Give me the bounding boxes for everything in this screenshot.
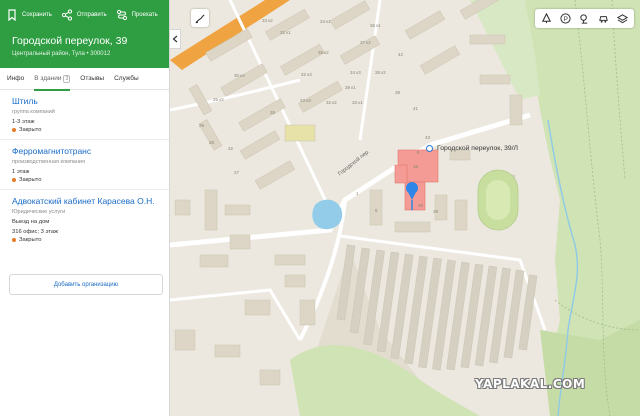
org-name[interactable]: Адвокатский кабинет Карасева О.Н. <box>12 196 162 206</box>
panorama-icon <box>580 14 588 24</box>
share-icon <box>61 9 72 21</box>
save-button[interactable]: Сохранить <box>6 9 52 21</box>
building-number-label: 32 <box>228 146 234 151</box>
status-dot <box>12 238 16 242</box>
panel-tabs: Инфо В здании 3 Отзывы Службы <box>0 68 169 91</box>
org-category: производственная компания <box>12 159 85 165</box>
building-number-label: 33 к2 <box>262 18 273 23</box>
building-number-label: 8 <box>417 150 420 155</box>
org-item[interactable]: Адвокатский кабинет Карасева О.Н. Юридич… <box>0 190 169 249</box>
building-number-label: 33 к3 <box>300 98 311 103</box>
watermark: YAPLAKAL.COM <box>475 377 586 391</box>
status-dot <box>12 128 16 132</box>
route-button[interactable]: Проехать <box>116 9 158 21</box>
building-number-label: 36 к1 <box>370 23 381 28</box>
building-number-label: 42 <box>398 52 404 57</box>
building-number-label: 32 к2 <box>326 100 337 105</box>
building-number-label: 32 к3 <box>301 72 312 77</box>
tab-label: Отзывы <box>80 75 105 82</box>
panel-header: Сохранить Отправить Проехать Городской п… <box>0 0 169 68</box>
car-icon <box>599 16 608 23</box>
org-status: Закрыто <box>12 237 169 243</box>
building-number-label: 39 к1 <box>345 85 356 90</box>
status-text: Закрыто <box>19 177 42 183</box>
org-category: Юридические услуги <box>12 209 66 215</box>
building-number-label: 37 к2 <box>360 40 371 45</box>
pin-dot[interactable] <box>426 145 433 152</box>
bookmark-icon <box>8 9 16 21</box>
parking-icon: P <box>560 13 571 24</box>
panorama-button[interactable] <box>578 12 592 26</box>
parking-button[interactable]: P <box>559 12 573 26</box>
building-number-label: 26 к2 <box>213 97 224 102</box>
building-number-label: 34 к3 <box>350 70 361 75</box>
org-name[interactable]: Ферромагнитотранс <box>12 146 169 156</box>
share-button[interactable]: Отправить <box>61 9 107 21</box>
building-number-label: 28 <box>209 140 215 145</box>
share-label: Отправить <box>76 12 107 18</box>
building-number-label: 41 <box>413 106 419 111</box>
route-label: Проехать <box>131 12 158 18</box>
org-status: Закрыто <box>12 127 169 133</box>
tab-label: В здании <box>34 75 62 82</box>
map-toolbar: P <box>535 9 634 28</box>
org-item[interactable]: Штиль группа компаний 1-3 этаж Закрыто <box>0 90 169 140</box>
layers-button[interactable] <box>616 12 630 26</box>
tab-info[interactable]: Инфо <box>7 68 24 90</box>
tab-label: Службы <box>114 75 139 82</box>
address-title: Городской переулок, 39 <box>12 35 128 47</box>
building-number-label: 35 <box>418 203 424 208</box>
tab-count-badge: 3 <box>63 74 71 83</box>
route-icon <box>116 9 127 21</box>
add-organization-button[interactable]: Добавить организацию <box>9 274 163 295</box>
building-number-label: 34 к1 <box>320 19 331 24</box>
building-number-label: 33 к1 <box>352 100 363 105</box>
org-service: Выезд на дом <box>12 219 50 225</box>
address-subtitle: Центральный район, Тула • 300012 <box>12 51 111 57</box>
tab-in-building[interactable]: В здании 3 <box>34 68 71 91</box>
status-text: Закрыто <box>19 237 42 243</box>
building-number-label: 35 к2 <box>318 50 329 55</box>
org-status: Закрыто <box>12 177 169 183</box>
building-number-label: 38 к2 <box>375 70 386 75</box>
layers-icon <box>617 14 628 24</box>
traffic-button[interactable] <box>540 12 554 26</box>
collapse-panel-button[interactable] <box>170 29 181 49</box>
tab-services[interactable]: Службы <box>114 68 139 90</box>
chevron-left-icon <box>172 35 178 43</box>
traffic-icon <box>541 13 552 24</box>
ruler-icon <box>195 13 205 23</box>
building-number-label: 39 <box>433 209 439 214</box>
building-number-label: 32 к1 <box>280 30 291 35</box>
building-number-label: 27 <box>234 170 240 175</box>
building-number-label: 29 <box>199 123 205 128</box>
building-number-label: 43 <box>425 135 431 140</box>
tab-reviews[interactable]: Отзывы <box>80 68 104 90</box>
header-actions: Сохранить Отправить Проехать <box>0 0 169 30</box>
info-panel: Сохранить Отправить Проехать Городской п… <box>0 0 170 416</box>
org-floor: 316 офис; 3 этаж <box>12 229 58 235</box>
org-item[interactable]: Ферромагнитотранс производственная компа… <box>0 140 169 190</box>
building-number-label: 16 <box>413 164 419 169</box>
building-number-label: 1 <box>356 191 359 196</box>
building-number-label: 30 к4 <box>234 73 245 78</box>
status-text: Закрыто <box>19 127 42 133</box>
status-dot <box>12 178 16 182</box>
car-button[interactable] <box>597 12 611 26</box>
svg-text:P: P <box>564 16 568 23</box>
ruler-tool-button[interactable] <box>191 9 209 27</box>
tab-label: Инфо <box>7 75 25 82</box>
org-name[interactable]: Штиль <box>12 96 169 106</box>
save-label: Сохранить <box>22 12 52 18</box>
org-floor: 1 этаж <box>12 169 30 175</box>
org-category: группа компаний <box>12 109 55 115</box>
building-number-label: 5 <box>375 208 378 213</box>
building-number-label: 35 <box>270 110 276 115</box>
building-number-label: 38 <box>395 90 401 95</box>
org-floor: 1-3 этаж <box>12 119 35 125</box>
pin-label[interactable]: Городской переулок, 39/Л <box>437 145 518 152</box>
